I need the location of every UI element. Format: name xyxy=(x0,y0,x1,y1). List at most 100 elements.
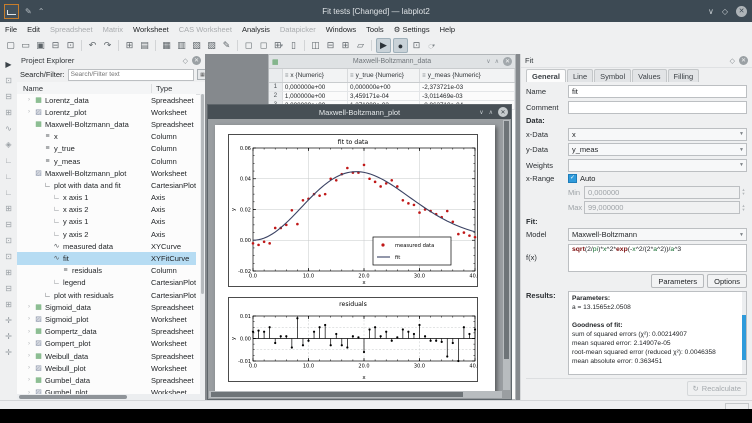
layout-break-button[interactable]: ▱ xyxy=(354,39,367,52)
save-project-button[interactable]: ▣ xyxy=(34,39,47,52)
worksheet-window[interactable]: Maxwell-Boltzmann_plot ∨ ∧ ✕ fit to data… xyxy=(207,104,512,400)
layout-vertical-button[interactable]: ◫ xyxy=(309,39,322,52)
tree-item-sigmoid-plot[interactable]: ›▨Sigmoid_plotWorksheet xyxy=(17,313,196,325)
cell[interactable]: 1,000000e+00 xyxy=(283,92,348,100)
close-subwindow-icon[interactable]: ✕ xyxy=(503,57,512,66)
column-header-y-meas-numeric[interactable]: ≡y_meas {Numeric} xyxy=(420,69,515,82)
zoom-y-mode-button[interactable]: ⊞ xyxy=(2,104,15,120)
shift-left-x-button[interactable]: ⊟ xyxy=(2,280,15,296)
new-matrix-button[interactable]: ▥ xyxy=(175,39,188,52)
maximize-icon[interactable]: ◇ xyxy=(722,7,728,16)
new-workbook-button[interactable]: ⊞ xyxy=(123,39,136,52)
close-dock-icon[interactable]: ✕ xyxy=(739,56,748,65)
add-y-axis-button[interactable]: ∟ xyxy=(2,184,15,200)
shift-up-y-button[interactable]: ✛ xyxy=(2,312,15,328)
worksheet-window-titlebar[interactable]: Maxwell-Boltzmann_plot ∨ ∧ ✕ xyxy=(208,105,511,119)
tree-item-x-axis-2[interactable]: ∟x axis 2Axis xyxy=(17,204,196,216)
shift-down-y-button[interactable]: ✛ xyxy=(2,328,15,344)
tree-item-y-meas[interactable]: ≡y_measColumn xyxy=(17,155,196,167)
cell[interactable]: -2,373721e-03 xyxy=(420,83,515,91)
scale-auto-button[interactable]: ✛ xyxy=(2,344,15,360)
menu-tools[interactable]: Tools xyxy=(366,25,384,34)
cell[interactable]: 0,000000e+00 xyxy=(283,83,348,91)
float-dock-icon[interactable]: ◇ xyxy=(730,57,735,65)
tab-filling[interactable]: Filling xyxy=(668,69,700,82)
zoom-in-button[interactable]: ⊞ xyxy=(2,200,15,216)
minimize-icon[interactable]: ∨ xyxy=(708,7,714,16)
float-dock-icon[interactable]: ◇ xyxy=(183,57,188,65)
zoom-fit-y-button[interactable]: ⊞ xyxy=(2,264,15,280)
cursor-mode-button[interactable]: ▶ xyxy=(2,56,15,72)
new-project-button[interactable]: ▢ xyxy=(4,39,17,52)
print-preview-button[interactable]: ⊡ xyxy=(64,39,77,52)
tree-item-gumbel-data[interactable]: ›▦Gumbel_dataSpreadsheet xyxy=(17,374,196,386)
undo-button[interactable]: ↶ xyxy=(86,39,99,52)
tree-item-plot-with-residuals[interactable]: ∟plot with residualsCartesianPlot xyxy=(17,289,196,301)
results-scrollbar[interactable] xyxy=(742,292,746,374)
tree-item-gumbel-plot[interactable]: ›▨Gumbel_plotWorksheet xyxy=(17,387,196,395)
worksheet-vertical-scrollbar[interactable] xyxy=(503,120,510,390)
auto-range-checkbox[interactable]: ✓ xyxy=(568,174,577,183)
tree-item-weibull-data[interactable]: ›▦Weibull_dataSpreadsheet xyxy=(17,350,196,362)
cell[interactable]: -3,011469e-03 xyxy=(420,92,515,100)
options-button[interactable]: Options xyxy=(707,274,747,288)
tree-item-plot-with-data-and-fit[interactable]: ∟plot with data and fitCartesianPlot xyxy=(17,179,196,191)
restore-icon[interactable]: ∧ xyxy=(489,109,493,116)
spreadsheet-row[interactable]: 10,000000e+000,000000e+00-2,373721e-03 xyxy=(269,83,515,92)
menu-spreadsheet[interactable]: Spreadsheet xyxy=(50,25,93,34)
menu-analysis[interactable]: Analysis xyxy=(242,25,270,34)
tree-item-lorentz-data[interactable]: ›▦Lorentz_dataSpreadsheet xyxy=(17,94,196,106)
tree-item-x-axis-1[interactable]: ∟x axis 1Axis xyxy=(17,192,196,204)
zoom-menu-button[interactable]: ⊞▾ xyxy=(272,39,285,52)
add-x-axis-button[interactable]: ∟ xyxy=(2,168,15,184)
menu-windows[interactable]: Windows xyxy=(326,25,356,34)
tree-item-y-axis-1[interactable]: ∟y axis 1Axis xyxy=(17,216,196,228)
recalculate-button[interactable]: ↻ Recalculate xyxy=(687,381,748,396)
magnification-button[interactable]: ◌▾ xyxy=(425,39,438,52)
shift-right-x-button[interactable]: ⊞ xyxy=(2,296,15,312)
name-field[interactable]: fit xyxy=(568,85,747,98)
menu-datapicker[interactable]: Datapicker xyxy=(280,25,316,34)
close-dock-icon[interactable]: ✕ xyxy=(192,56,201,65)
new-folder-button[interactable]: ◻ xyxy=(257,39,270,52)
column-header-name[interactable]: Name xyxy=(17,84,152,93)
column-header-y-true-numeric[interactable]: ≡y_true {Numeric} xyxy=(348,69,420,82)
tree-item-gompertz-data[interactable]: ›▦Gompertz_dataSpreadsheet xyxy=(17,326,196,338)
close-icon[interactable]: ✕ xyxy=(736,6,747,17)
tree-item-y-axis-2[interactable]: ∟y axis 2Axis xyxy=(17,228,196,240)
min-field[interactable]: 0,000000 xyxy=(584,186,740,199)
zoom-x-mode-button[interactable]: ⊟ xyxy=(2,88,15,104)
comment-field[interactable] xyxy=(568,101,747,114)
spinner-arrows-icon[interactable]: ▲▼ xyxy=(740,204,747,212)
shade-icon[interactable]: ∨ xyxy=(486,58,490,65)
tab-general[interactable]: General xyxy=(526,69,566,82)
menu-cas-worksheet[interactable]: CAS Worksheet xyxy=(179,25,232,34)
new-live-data-button[interactable]: ◻ xyxy=(242,39,255,52)
cell[interactable]: 0,000000e+00 xyxy=(348,83,420,91)
crosshair-mode-button[interactable]: ● xyxy=(393,38,408,53)
tree-item-y-true[interactable]: ≡y_trueColumn xyxy=(17,143,196,155)
tree-item-x[interactable]: ≡xColumn xyxy=(17,131,196,143)
column-header-type[interactable]: Type xyxy=(152,84,172,93)
close-subwindow-icon[interactable]: ✕ xyxy=(498,107,508,117)
select-mode-button[interactable]: ▶ xyxy=(376,38,391,53)
residuals-plot[interactable]: residuals0.010.020.030.040.0-0.010.000.0… xyxy=(228,297,478,382)
tab-values[interactable]: Values xyxy=(632,69,666,82)
layout-grid-button[interactable]: ⊞ xyxy=(339,39,352,52)
zoom-select-button[interactable]: ⊡ xyxy=(410,39,423,52)
x-data-combobox[interactable]: x▼ xyxy=(568,128,747,141)
add-axis-button[interactable]: ∟ xyxy=(2,152,15,168)
tree-item-fit[interactable]: ∿fitXYFitCurve xyxy=(17,252,196,264)
tree-item-sigmoid-data[interactable]: ›▦Sigmoid_dataSpreadsheet xyxy=(17,301,196,313)
menu-settings[interactable]: ⚙ Settings xyxy=(394,25,430,34)
max-field[interactable]: 99,000000 xyxy=(584,201,740,214)
spinner-arrows-icon[interactable]: ▲▼ xyxy=(740,188,747,196)
weights-combobox[interactable]: ▼ xyxy=(568,159,747,172)
fit-to-data-plot[interactable]: fit to data0.010.020.030.040.0-0.020.000… xyxy=(228,134,478,287)
restore-icon[interactable]: ∧ xyxy=(495,58,499,65)
tree-item-maxwell-boltzmann-plot[interactable]: ▨Maxwell-Boltzmann_plotWorksheet xyxy=(17,167,196,179)
search-input[interactable] xyxy=(68,69,194,81)
results-box[interactable]: Parameters:a = 13.1565±2.0508 Goodness o… xyxy=(568,291,747,375)
new-spreadsheet-button[interactable]: ▦ xyxy=(160,39,173,52)
formula-editor[interactable]: sqrt(2/pi)*x^2*exp(-x^2/(2*a^2))/a^3 xyxy=(568,244,747,272)
